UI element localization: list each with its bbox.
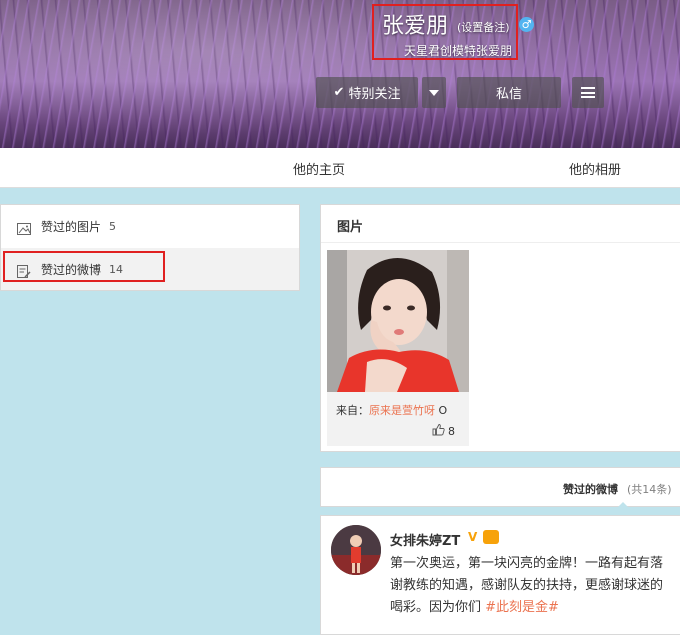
liked-pictures-card: 图片 来自：原来是萱竹呀 O 8	[320, 204, 680, 452]
private-message-button[interactable]: 私信	[457, 77, 561, 108]
liked-weibo-highlight-box	[3, 251, 165, 282]
more-menu-button[interactable]	[572, 77, 604, 108]
level-badge-icon	[483, 530, 499, 544]
hamburger-menu-icon	[581, 87, 595, 98]
follow-dropdown-button[interactable]	[422, 77, 446, 108]
male-gender-icon: ♂	[519, 17, 534, 32]
source-suffix: O	[438, 404, 448, 417]
sidebar-item-count: 5	[109, 219, 117, 233]
post-line-text: 喝彩。因为你们	[390, 600, 486, 615]
divider	[321, 242, 680, 243]
post-line: 第一次奥运，第一块闪亮的金牌！一路有起有落	[390, 556, 664, 571]
post-text: 第一次奥运，第一块闪亮的金牌！一路有起有落 谢教练的知遇，感谢队友的扶持，更感谢…	[390, 553, 680, 619]
like-button[interactable]: 8	[432, 423, 455, 439]
tab-home[interactable]: 他的主页	[293, 159, 345, 178]
post-author[interactable]: 女排朱婷ZT	[390, 530, 460, 549]
weibo-post: 女排朱婷ZT V 第一次奥运，第一块闪亮的金牌！一路有起有落 谢教练的知遇，感谢…	[320, 515, 680, 635]
sidebar-item-label: 赞过的图片	[41, 219, 102, 234]
liked-weibo-header: 赞过的微博 (共14条)	[320, 467, 680, 508]
special-follow-label: 特别关注	[348, 87, 401, 102]
liked-weibo-title: 赞过的微博	[563, 483, 618, 496]
like-count: 8	[448, 424, 455, 438]
tab-indicator-notch	[617, 502, 629, 508]
thumbs-up-icon	[432, 423, 445, 439]
picture-item[interactable]: 来自：原来是萱竹呀 O 8	[327, 250, 469, 446]
set-remark-link[interactable]: (设置备注)	[457, 19, 510, 35]
special-follow-button[interactable]: ✔ 特别关注	[316, 77, 418, 108]
liked-weibo-count: (共14条)	[627, 483, 672, 496]
liked-photo[interactable]	[327, 250, 469, 392]
sidebar-item-liked-pictures[interactable]: 赞过的图片 5	[1, 205, 299, 247]
post-line: 喝彩。因为你们 #此刻是金#	[390, 597, 680, 619]
source-user-link[interactable]: 原来是萱竹呀	[369, 404, 435, 417]
checkmark-icon: ✔	[333, 85, 345, 100]
avatar[interactable]	[331, 525, 381, 575]
post-line: 谢教练的知遇，感谢队友的扶持，更感谢球迷的	[390, 578, 664, 593]
source-label: 来自：	[336, 404, 369, 417]
cover-banner	[0, 0, 680, 148]
profile-nav-bar: 他的主页 他的相册	[0, 148, 680, 188]
verified-badge-icon: V	[468, 530, 478, 544]
image-icon	[17, 220, 31, 235]
hashtag-link[interactable]: #此刻是金#	[485, 600, 559, 615]
profile-name: 张爱朋	[382, 14, 449, 39]
photo-source: 来自：原来是萱竹呀 O	[336, 402, 447, 418]
tab-album[interactable]: 他的相册	[569, 159, 621, 178]
pictures-title: 图片	[337, 220, 364, 235]
profile-description: 天星君创模特张爱朋	[404, 44, 513, 58]
caret-down-icon	[429, 89, 439, 96]
